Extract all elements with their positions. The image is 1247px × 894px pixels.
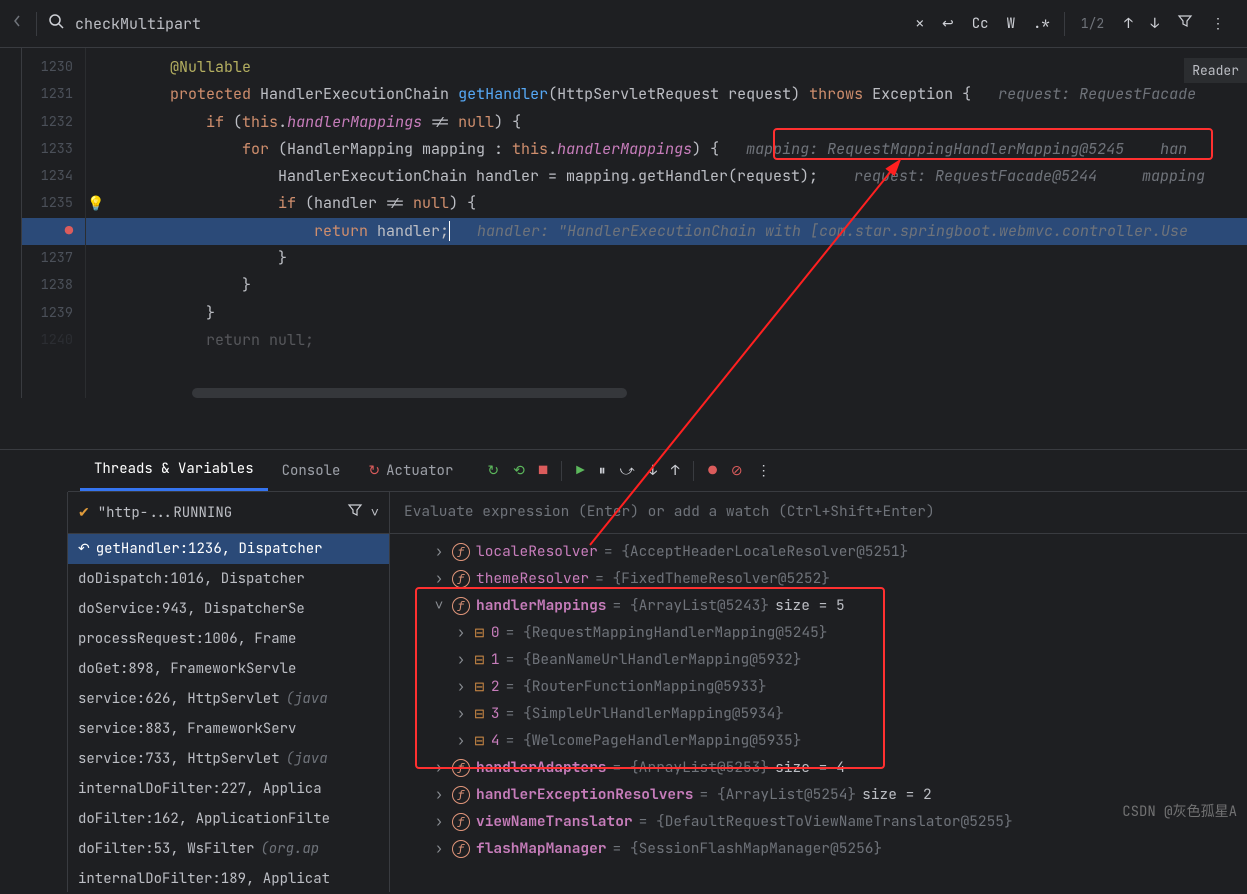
stack-frame[interactable]: processRequest:1006, Frame xyxy=(68,624,389,654)
next-match-icon[interactable]: ↓ xyxy=(1147,11,1163,37)
tab-actuator[interactable]: ↻Actuator xyxy=(354,452,467,490)
code-editor[interactable]: 123012311232 123312341235 ●12371238 1239… xyxy=(22,48,1247,398)
chevron-right-icon[interactable]: › xyxy=(432,812,446,831)
prev-match-icon[interactable]: ↑ xyxy=(1120,11,1136,37)
annotation-highlight-1 xyxy=(773,128,1213,160)
gutter: 123012311232 123312341235 ●12371238 1239… xyxy=(22,48,86,398)
resume-icon[interactable]: ▶ xyxy=(576,462,584,480)
field-icon: f xyxy=(452,543,470,561)
step-out-icon[interactable]: ↑ xyxy=(671,462,679,480)
search-icon xyxy=(47,12,65,35)
variable-row[interactable]: ›f localeResolver = {AcceptHeaderLocaleR… xyxy=(390,538,1247,565)
horizontal-scrollbar[interactable] xyxy=(192,388,627,398)
frames-panel: ✔ "http-...RUNNING ˅ ↶getHandler:1236, D… xyxy=(68,492,390,892)
stack-frame[interactable]: doFilter:53, WsFilter (org.ap xyxy=(68,834,389,864)
nav-prev-icon[interactable] xyxy=(8,10,26,37)
tab-threads-variables[interactable]: Threads & Variables xyxy=(80,450,268,491)
stop-icon[interactable]: ■ xyxy=(539,462,547,480)
tab-console[interactable]: Console xyxy=(268,452,355,490)
annotation-highlight-2 xyxy=(415,587,885,769)
words-toggle[interactable]: W xyxy=(1003,11,1019,37)
debug-tabs: Threads & Variables Console ↻Actuator ↻ … xyxy=(68,450,1247,492)
stack-frame[interactable]: doFilter:162, ApplicationFilte xyxy=(68,804,389,834)
search-input[interactable] xyxy=(75,14,655,34)
stack-frame[interactable]: service:883, FrameworkServ xyxy=(68,714,389,744)
filter-icon[interactable] xyxy=(347,502,363,523)
stack-frame[interactable]: internalDoFilter:189, Applicat xyxy=(68,864,389,894)
search-bar: ✕ ↩ Cc W .* 1/2 ↑ ↓ ⋮ xyxy=(0,0,1247,48)
step-into-icon[interactable]: ↓ xyxy=(649,462,657,480)
rerun-icon[interactable]: ↻ xyxy=(487,462,499,480)
field-icon: f xyxy=(452,813,470,831)
field-icon: f xyxy=(452,570,470,588)
variable-row[interactable]: ›f flashMapManager = {SessionFlashMapMan… xyxy=(390,835,1247,862)
variable-row[interactable]: ›f viewNameTranslator = {DefaultRequestT… xyxy=(390,808,1247,835)
restart-icon[interactable]: ⟲ xyxy=(513,462,525,480)
undo-icon: ↶ xyxy=(78,540,90,558)
gutter-icons: 💡 xyxy=(86,48,106,398)
stack-frame[interactable]: service:626, HttpServlet (java xyxy=(68,684,389,714)
field-icon: f xyxy=(452,786,470,804)
chevron-right-icon[interactable]: › xyxy=(432,542,446,561)
field-icon: f xyxy=(452,840,470,858)
chevron-right-icon[interactable]: › xyxy=(432,785,446,804)
thread-selector[interactable]: ✔ "http-...RUNNING ˅ xyxy=(68,492,389,534)
pause-icon[interactable]: ⏸ xyxy=(599,462,606,480)
mute-breakpoints-icon[interactable]: ⊘ xyxy=(731,462,743,480)
more-icon[interactable]: ⋮ xyxy=(1207,11,1229,37)
variable-row[interactable]: ›f handlerExceptionResolvers = {ArrayLis… xyxy=(390,781,1247,808)
more-debug-icon[interactable]: ⋮ xyxy=(757,462,771,480)
stack-frame[interactable]: internalDoFilter:227, Applica xyxy=(68,774,389,804)
close-icon[interactable]: ✕ xyxy=(912,11,928,37)
stack-frame[interactable]: doGet:898, FrameworkServle xyxy=(68,654,389,684)
variables-panel: Evaluate expression (Enter) or add a wat… xyxy=(390,492,1247,892)
chevron-right-icon[interactable]: › xyxy=(432,569,446,588)
chevron-down-icon[interactable]: ˅ xyxy=(371,504,379,522)
stack-frame[interactable]: service:733, HttpServlet (java xyxy=(68,744,389,774)
filter-icon[interactable] xyxy=(1173,9,1197,38)
evaluate-input[interactable]: Evaluate expression (Enter) or add a wat… xyxy=(390,492,1247,534)
check-icon: ✔ xyxy=(78,504,90,522)
match-case-toggle[interactable]: Cc xyxy=(968,11,993,37)
regex-toggle[interactable]: .* xyxy=(1029,11,1054,37)
view-breakpoints-icon[interactable]: ● xyxy=(708,462,716,480)
stack-frame[interactable]: doDispatch:1016, Dispatcher xyxy=(68,564,389,594)
stack-frame[interactable]: ↶getHandler:1236, Dispatcher xyxy=(68,534,389,564)
match-count: 1/2 xyxy=(1075,15,1110,32)
history-icon[interactable]: ↩ xyxy=(938,11,958,37)
bulb-icon[interactable]: 💡 xyxy=(86,190,106,217)
step-over-icon[interactable]: ⤻ xyxy=(620,462,635,480)
stack-frame[interactable]: doService:943, DispatcherSe xyxy=(68,594,389,624)
chevron-right-icon[interactable]: › xyxy=(432,839,446,858)
panel-divider[interactable] xyxy=(0,398,1247,450)
watermark: CSDN @灰色孤星A xyxy=(1122,801,1237,821)
left-margin xyxy=(0,48,22,398)
